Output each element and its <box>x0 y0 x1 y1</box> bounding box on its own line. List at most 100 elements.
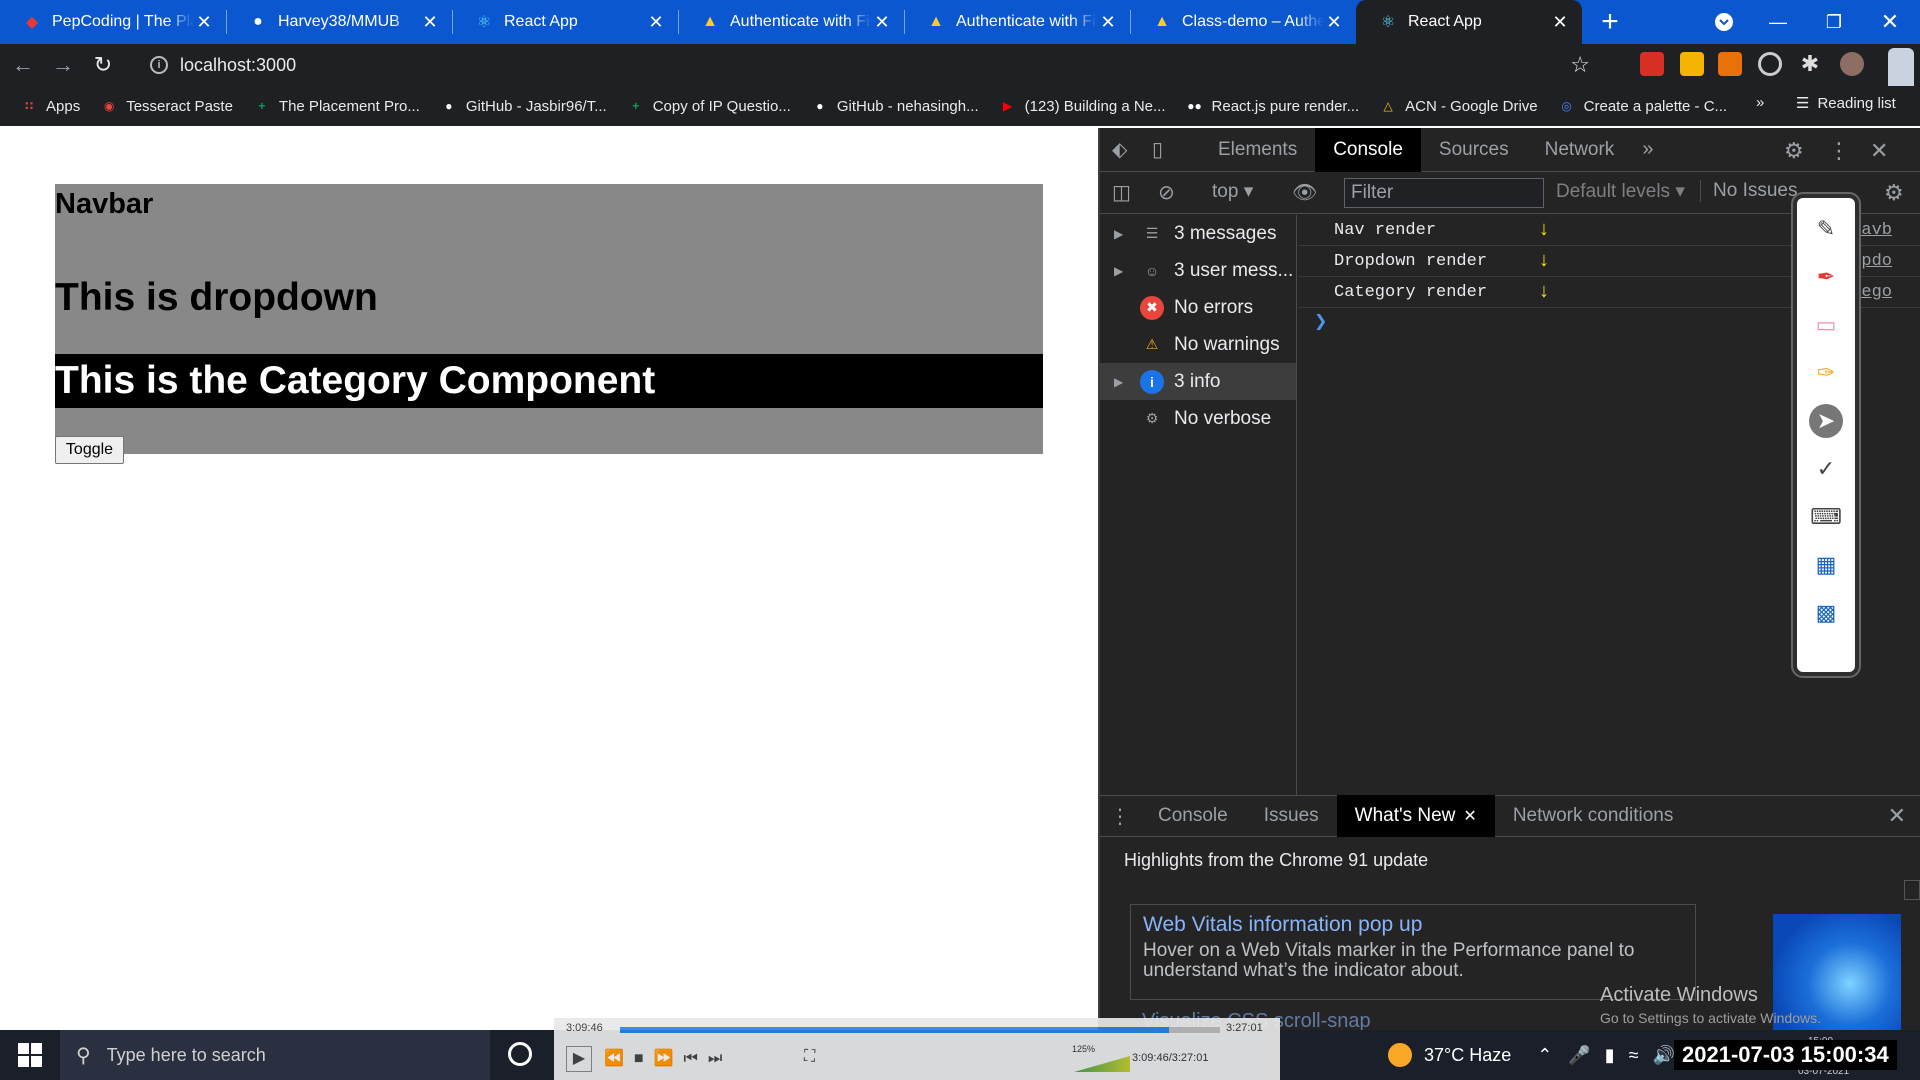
bookmark-item[interactable]: ▶ (123) Building a Ne... <box>999 97 1166 115</box>
reading-list[interactable]: ☰ Reading list <box>1796 94 1896 113</box>
highlighter-icon[interactable]: ✑ <box>1809 356 1843 390</box>
eraser-icon[interactable]: ▭ <box>1809 308 1843 342</box>
pen-icon[interactable]: ✒ <box>1809 260 1843 294</box>
laser-pointer-icon[interactable]: ✓ <box>1809 452 1843 486</box>
more-tabs-icon[interactable]: » <box>1642 138 1653 161</box>
cortana-icon[interactable] <box>508 1042 532 1066</box>
back-icon[interactable]: ← <box>6 48 40 82</box>
close-devtools-icon[interactable]: ✕ <box>1870 138 1888 164</box>
toggle-button[interactable]: Toggle <box>55 436 124 464</box>
tray-chevron-icon[interactable]: ⌃ <box>1537 1045 1552 1066</box>
media-progress-bar[interactable] <box>620 1027 1220 1033</box>
minimize-icon[interactable]: — <box>1750 0 1806 44</box>
extension-icon-4[interactable] <box>1758 52 1782 76</box>
close-window-icon[interactable]: ✕ <box>1862 0 1918 44</box>
cursor-pointer-icon[interactable]: ➤ <box>1809 404 1843 438</box>
drawer-menu-icon[interactable]: ⋮ <box>1100 804 1140 829</box>
avatar[interactable] <box>1840 52 1864 76</box>
fullscreen-icon[interactable]: ⛶ <box>804 1048 815 1066</box>
drawer-tab[interactable]: Issues <box>1246 795 1337 837</box>
battery-icon[interactable]: ▮ <box>1605 1045 1615 1066</box>
tab-search-icon[interactable] <box>1696 0 1752 44</box>
devtools-tab-console[interactable]: Console <box>1315 127 1421 172</box>
drawer-tab[interactable]: Network conditions <box>1495 795 1692 837</box>
close-icon[interactable]: ✕ <box>646 12 666 33</box>
feature-card-title[interactable]: Web Vitals information pop up <box>1143 913 1683 937</box>
issues-button[interactable]: No Issues <box>1700 180 1797 202</box>
console-sidebar-item[interactable]: ▶ i 3 info <box>1100 363 1296 400</box>
expand-arrow-icon[interactable]: ▶ <box>1114 375 1132 389</box>
context-selector[interactable]: top ▾ <box>1212 180 1253 203</box>
browser-tab[interactable]: ● Harvey38/MMUB ✕ <box>226 0 452 44</box>
console-sidebar-item[interactable]: ▶ ☺ 3 user mess... <box>1100 252 1296 289</box>
drawer-tab[interactable]: What's New ✕ <box>1336 795 1495 837</box>
keyboard-icon[interactable]: ⌨ <box>1809 500 1843 534</box>
browser-tab[interactable]: ◆ PepCoding | The Place✕ <box>0 0 226 44</box>
log-levels-dropdown[interactable]: Default levels ▾ <box>1556 180 1685 203</box>
drawer-tab[interactable]: Console <box>1140 795 1246 837</box>
drawer-scrollbar[interactable] <box>1904 880 1920 900</box>
close-icon[interactable]: ✕ <box>1098 12 1118 33</box>
whiteboard-icon[interactable]: ▦ <box>1809 548 1843 582</box>
fast-forward-icon[interactable]: ⏩ <box>654 1050 684 1067</box>
inspect-element-icon[interactable]: ⬖ <box>1112 137 1152 162</box>
new-tab-icon[interactable]: + <box>1582 0 1638 44</box>
site-info-icon[interactable]: i <box>150 56 168 74</box>
bookmarks-overflow[interactable]: » <box>1756 94 1764 111</box>
microphone-icon[interactable]: 🎤 <box>1568 1045 1590 1066</box>
close-icon[interactable]: ✕ <box>1550 12 1570 33</box>
expand-arrow-icon[interactable]: ▶ <box>1114 227 1132 241</box>
bookmark-item[interactable]: ● GitHub - Jasbir96/T... <box>440 97 607 115</box>
browser-tab[interactable]: ⚛ React App ✕ <box>452 0 678 44</box>
address-bar[interactable]: i localhost:3000 ☆ <box>140 48 1600 82</box>
reload-icon[interactable]: ↻ <box>86 48 120 82</box>
clear-console-icon[interactable]: ⊘ <box>1158 180 1175 205</box>
kebab-menu-icon[interactable]: ⋮ <box>1828 138 1850 164</box>
screen-capture-icon[interactable]: ▩ <box>1809 596 1843 630</box>
console-sidebar-item[interactable]: ▶ ☰ 3 messages <box>1100 215 1296 252</box>
console-sidebar-item[interactable]: ⚠ No warnings <box>1100 326 1296 363</box>
sidebar-toggle-icon[interactable]: ◫ <box>1112 180 1131 205</box>
console-sidebar-item[interactable]: ⚙ No verbose <box>1100 400 1296 437</box>
volume-slider[interactable] <box>1074 1056 1130 1072</box>
extension-icon-2[interactable] <box>1680 52 1704 76</box>
bookmark-star-icon[interactable]: ☆ <box>1570 52 1590 78</box>
notebook-icon[interactable]: ✎ <box>1809 212 1843 246</box>
devtools-tab-elements[interactable]: Elements <box>1200 128 1315 172</box>
bookmark-item[interactable]: ∷ Apps <box>20 97 80 115</box>
close-icon[interactable]: ✕ <box>1463 806 1476 826</box>
live-expression-eye-icon[interactable]: 👁 <box>1292 180 1317 205</box>
browser-tab[interactable]: ⚛ React App ✕ <box>1356 0 1582 44</box>
close-icon[interactable]: ✕ <box>420 12 440 33</box>
puzzle-extensions-icon[interactable]: ✱ <box>1798 52 1822 76</box>
taskbar-search[interactable]: ⚲ Type here to search <box>60 1030 490 1080</box>
play-icon[interactable]: ▶ <box>566 1046 592 1072</box>
console-settings-icon[interactable]: ⚙ <box>1884 180 1904 206</box>
forward-icon[interactable]: → <box>46 48 80 82</box>
wifi-icon[interactable]: ≈ <box>1629 1045 1639 1066</box>
console-sidebar-item[interactable]: ✖ No errors <box>1100 289 1296 326</box>
close-icon[interactable]: ✕ <box>194 12 214 33</box>
metamask-icon[interactable] <box>1718 52 1742 76</box>
maximize-icon[interactable]: ❐ <box>1806 0 1862 44</box>
devtools-tab-network[interactable]: Network <box>1527 128 1633 172</box>
rewind-icon[interactable]: ⏪ <box>604 1050 634 1067</box>
expand-arrow-icon[interactable]: ▶ <box>1114 264 1132 278</box>
bookmark-item[interactable]: + The Placement Pro... <box>253 97 419 115</box>
extension-icon-1[interactable] <box>1640 52 1664 76</box>
next-icon[interactable]: ⏭ <box>708 1050 732 1067</box>
close-drawer-icon[interactable]: ✕ <box>1888 803 1906 829</box>
close-icon[interactable]: ✕ <box>1324 12 1344 33</box>
settings-gear-icon[interactable]: ⚙ <box>1784 138 1804 164</box>
bookmark-item[interactable]: ● GitHub - nehasingh... <box>811 97 978 115</box>
console-prompt-icon[interactable]: ❯ <box>1314 311 1327 331</box>
speaker-icon[interactable]: 🔊 <box>1653 1045 1675 1066</box>
devtools-tab-sources[interactable]: Sources <box>1421 128 1527 172</box>
browser-tab[interactable]: ▲ Class-demo – Authen ✕ <box>1130 0 1356 44</box>
previous-icon[interactable]: ⏮ <box>684 1050 708 1067</box>
bookmark-item[interactable]: △ ACN - Google Drive <box>1379 97 1537 115</box>
stop-icon[interactable]: ■ <box>634 1050 654 1067</box>
bookmark-item[interactable]: + Copy of IP Questio... <box>627 97 791 115</box>
filter-input[interactable]: Filter <box>1344 178 1544 208</box>
bookmark-item[interactable]: ◉ Tesseract Paste <box>100 97 233 115</box>
